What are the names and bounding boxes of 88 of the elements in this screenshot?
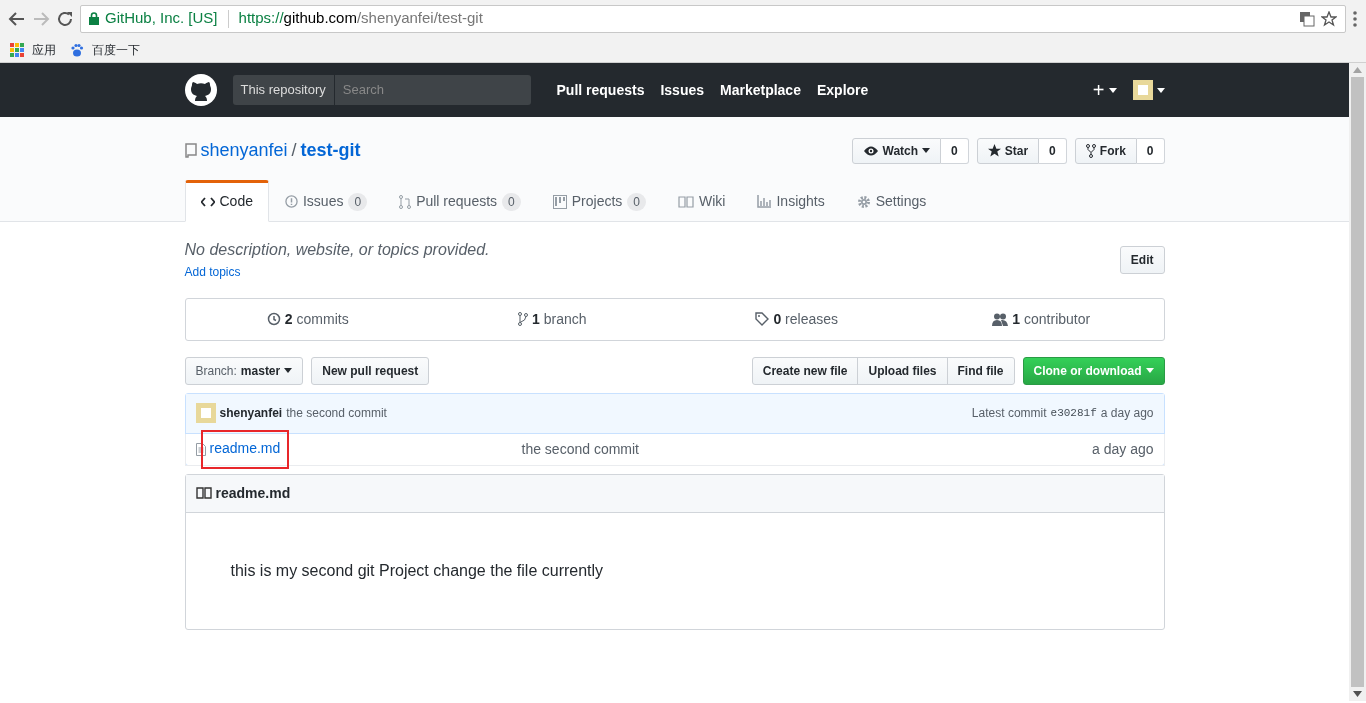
repo-tab[interactable]: Projects 0 [536,180,662,222]
repo-name-link[interactable]: test-git [300,137,361,164]
readme-title: readme.md [215,483,291,503]
bookmark-item[interactable]: 百度一下 [70,40,140,59]
scope-label[interactable]: This repository [232,75,335,105]
commit-message-link[interactable]: the second commit [286,404,387,422]
caret-icon [284,368,293,373]
caret-icon [922,148,931,153]
address-bar[interactable]: GitHub, Inc. [US] https://github.com/shenyanfei/test-git [80,4,1346,33]
file-action-button[interactable]: Upload files [857,356,948,385]
file-commit-link[interactable]: the second commit [521,438,639,460]
file-action-button[interactable]: Create new file [751,356,859,385]
scrollbar-thumb[interactable] [1351,77,1364,687]
repo-tab[interactable]: Issues 0 [268,180,384,222]
nav-link[interactable]: Pull requests [556,79,645,101]
apps-grid-icon [10,42,24,57]
tab-count: 0 [627,192,646,211]
add-topics-link[interactable]: Add topics [184,265,241,279]
fork-icon [1085,143,1096,158]
octocat-logo[interactable] [184,74,217,106]
watch-count[interactable]: 0 [941,137,969,164]
watch-button[interactable]: Watch [851,137,942,164]
file-link[interactable]: readme.md [202,431,288,467]
star-count[interactable]: 0 [1039,137,1067,164]
board-icon [552,194,567,209]
owner-link[interactable]: shenyanfei [200,137,288,164]
caret-icon[interactable] [1156,87,1165,93]
alert-circle-icon [284,195,298,208]
stat-link[interactable]: 2 commits [284,308,349,330]
path-separator: / [291,139,297,162]
repo-icon [184,143,197,158]
commit-sha-link[interactable]: e30281f [1050,404,1097,422]
menu-icon[interactable] [1352,9,1358,28]
latest-commit-label: Latest commit [971,405,1047,422]
search-field[interactable]: Search [334,75,531,105]
people-icon [992,312,1009,326]
new-pull-request-button[interactable]: New pull request [311,356,430,385]
nav-link[interactable]: Issues [660,79,704,101]
bar-chart-icon [757,195,772,208]
repo-tab[interactable]: Code [184,180,269,222]
nav-link[interactable]: Explore [816,79,869,101]
tab-count: 0 [348,192,368,211]
readme-text: this is my second git Project change the file currently [229,560,605,581]
commit-author-link[interactable]: shenyanfei [219,404,283,422]
tag-icon [755,312,770,326]
branch-dropdown[interactable]: Branch: master [184,356,304,385]
file-icon [195,442,206,456]
repo-tab[interactable]: Wiki [662,180,742,222]
edit-button[interactable]: Edit [1119,246,1165,274]
eye-icon [862,144,879,157]
nav-link[interactable]: Marketplace [720,79,801,101]
avatar-menu-icon[interactable] [1132,80,1153,100]
scroll-down-icon[interactable] [1353,691,1362,697]
fork-button[interactable]: Fork [1074,137,1137,164]
branch-icon [518,312,528,326]
commit-time: a day ago [1100,405,1154,422]
url-text: https://github.com/shenyanfei/test-git [238,8,483,29]
stat-link[interactable]: 0 releases [773,308,839,330]
stat-link[interactable]: 1 contributor [1012,308,1091,330]
fork-count[interactable]: 0 [1136,137,1165,164]
security-label: GitHub, Inc. [US] [105,8,218,29]
stat-link[interactable]: 1 branch [532,308,587,330]
tab-count: 0 [502,192,521,211]
repo-tab[interactable]: Insights [741,180,841,222]
settings-icon [856,194,871,209]
new-menu[interactable]: + [1092,75,1117,105]
star-icon [987,144,1001,157]
reload-icon[interactable] [56,9,74,28]
lock-icon [89,12,99,25]
paw-icon [70,42,84,57]
repo-description: No description, website, or topics provided. [184,240,490,260]
star-button[interactable]: Star [976,137,1040,164]
merge-icon [399,194,412,209]
file-time: a day ago [1092,439,1154,459]
book-icon [678,195,694,208]
caret-icon [1108,87,1117,93]
avatar-icon [195,403,216,423]
bookmark-item[interactable]: 应用 [10,40,56,59]
back-icon[interactable] [8,9,26,28]
code-icon [200,196,215,207]
caret-icon [1145,368,1154,373]
repo-tab[interactable]: Pull requests 0 [383,180,537,222]
star-icon[interactable] [1321,10,1337,27]
book-icon [195,487,212,499]
translate-icon[interactable] [1299,10,1315,27]
file-action-button[interactable]: Find file [946,356,1015,385]
history-icon [266,312,281,326]
repo-tab[interactable]: Settings [840,180,943,222]
